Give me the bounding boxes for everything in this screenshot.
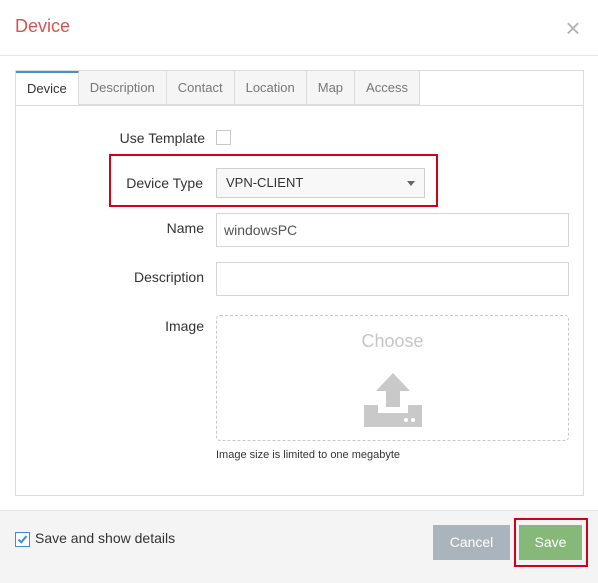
name-label: Name	[166, 220, 204, 236]
dialog-header: Device ×	[0, 0, 598, 56]
image-label: Image	[165, 318, 204, 334]
save-details-checkbox[interactable]	[15, 532, 30, 547]
tab-device[interactable]: Device	[16, 71, 79, 105]
dialog-footer: Save and show details Cancel Save	[0, 510, 598, 583]
device-panel: Device Description Contact Location Map …	[15, 70, 584, 496]
dialog-title: Device	[15, 16, 71, 36]
tab-description[interactable]: Description	[78, 71, 167, 105]
tab-location[interactable]: Location	[234, 71, 307, 105]
tab-contact[interactable]: Contact	[166, 71, 235, 105]
image-dropzone[interactable]: Choose	[216, 315, 569, 441]
name-input[interactable]	[216, 213, 569, 247]
upload-icon	[364, 373, 422, 427]
checkmark-icon	[17, 535, 28, 544]
save-button-highlight	[514, 518, 588, 567]
close-icon[interactable]: ×	[562, 14, 584, 42]
cancel-button[interactable]: Cancel	[433, 525, 510, 560]
use-template-checkbox[interactable]	[216, 130, 231, 145]
use-template-label: Use Template	[119, 130, 205, 146]
choose-label: Choose	[361, 331, 424, 351]
device-type-highlight	[109, 154, 438, 207]
image-size-hint: Image size is limited to one megabyte	[216, 449, 401, 461]
description-label: Description	[133, 269, 204, 285]
tab-access[interactable]: Access	[355, 71, 420, 105]
tab-bar: Device Description Contact Location Map …	[16, 71, 420, 106]
description-input[interactable]	[216, 262, 569, 296]
tab-map[interactable]: Map	[306, 71, 356, 105]
save-details-label: Save and show details	[35, 530, 176, 546]
